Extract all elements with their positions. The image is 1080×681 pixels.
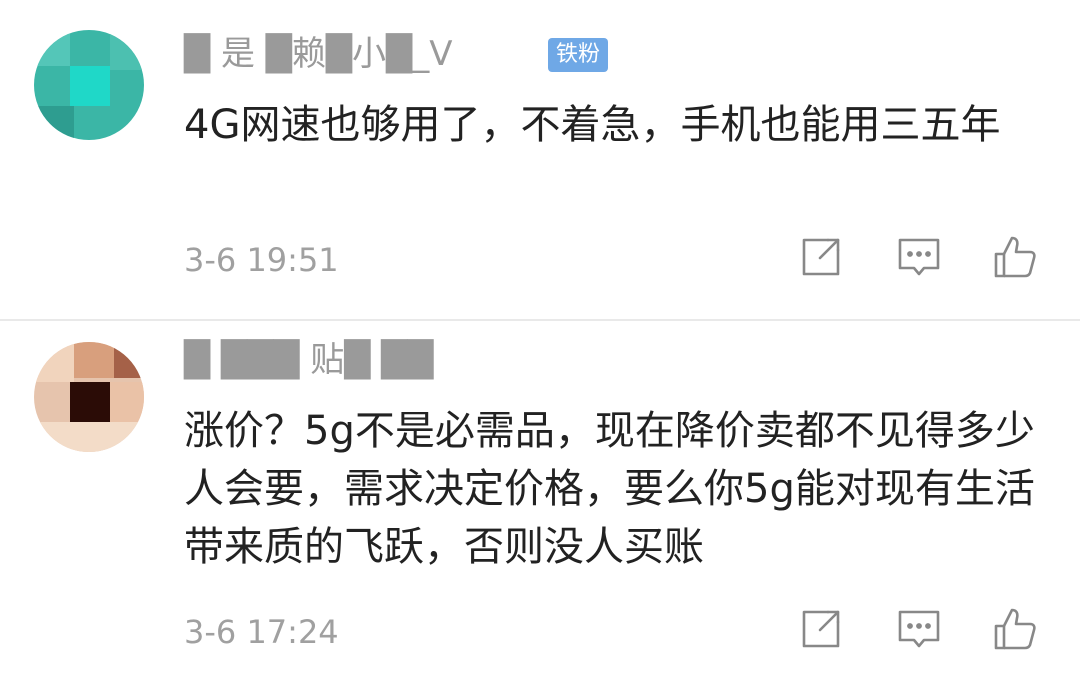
comment-actions [798,606,1048,656]
fan-badge: 铁粉 [548,38,609,72]
comment-icon[interactable] [896,606,942,652]
username[interactable]: █ 是 █赖█小█_V [184,34,452,74]
comment-text: 4G网速也够用了，不着急，手机也能用三五年 [184,102,1001,148]
comment-text: 涨价？5g不是必需品，现在降价卖都不见得多少人会要，需求决定价格，要么你5g能对… [184,408,1035,570]
divider [0,319,1080,321]
timestamp: 3-6 19:51 [184,241,339,279]
share-icon[interactable] [798,234,844,280]
username[interactable]: █ ███ 贴█ ██ [184,340,433,380]
share-icon[interactable] [798,606,844,652]
thumbs-up-icon[interactable] [992,606,1038,652]
avatar[interactable] [34,342,144,452]
comment-item: █ 是 █赖█小█_V 铁粉 4G网速也够用了，不着急，手机也能用三五年 3-6… [0,0,1080,320]
thumbs-up-icon[interactable] [992,234,1038,280]
comment-actions [798,234,1048,284]
avatar[interactable] [34,30,144,140]
timestamp: 3-6 17:24 [184,613,339,651]
comment-icon[interactable] [896,234,942,280]
comment-item: █ ███ 贴█ ██ 涨价？5g不是必需品，现在降价卖都不见得多少人会要，需求… [0,322,1080,681]
